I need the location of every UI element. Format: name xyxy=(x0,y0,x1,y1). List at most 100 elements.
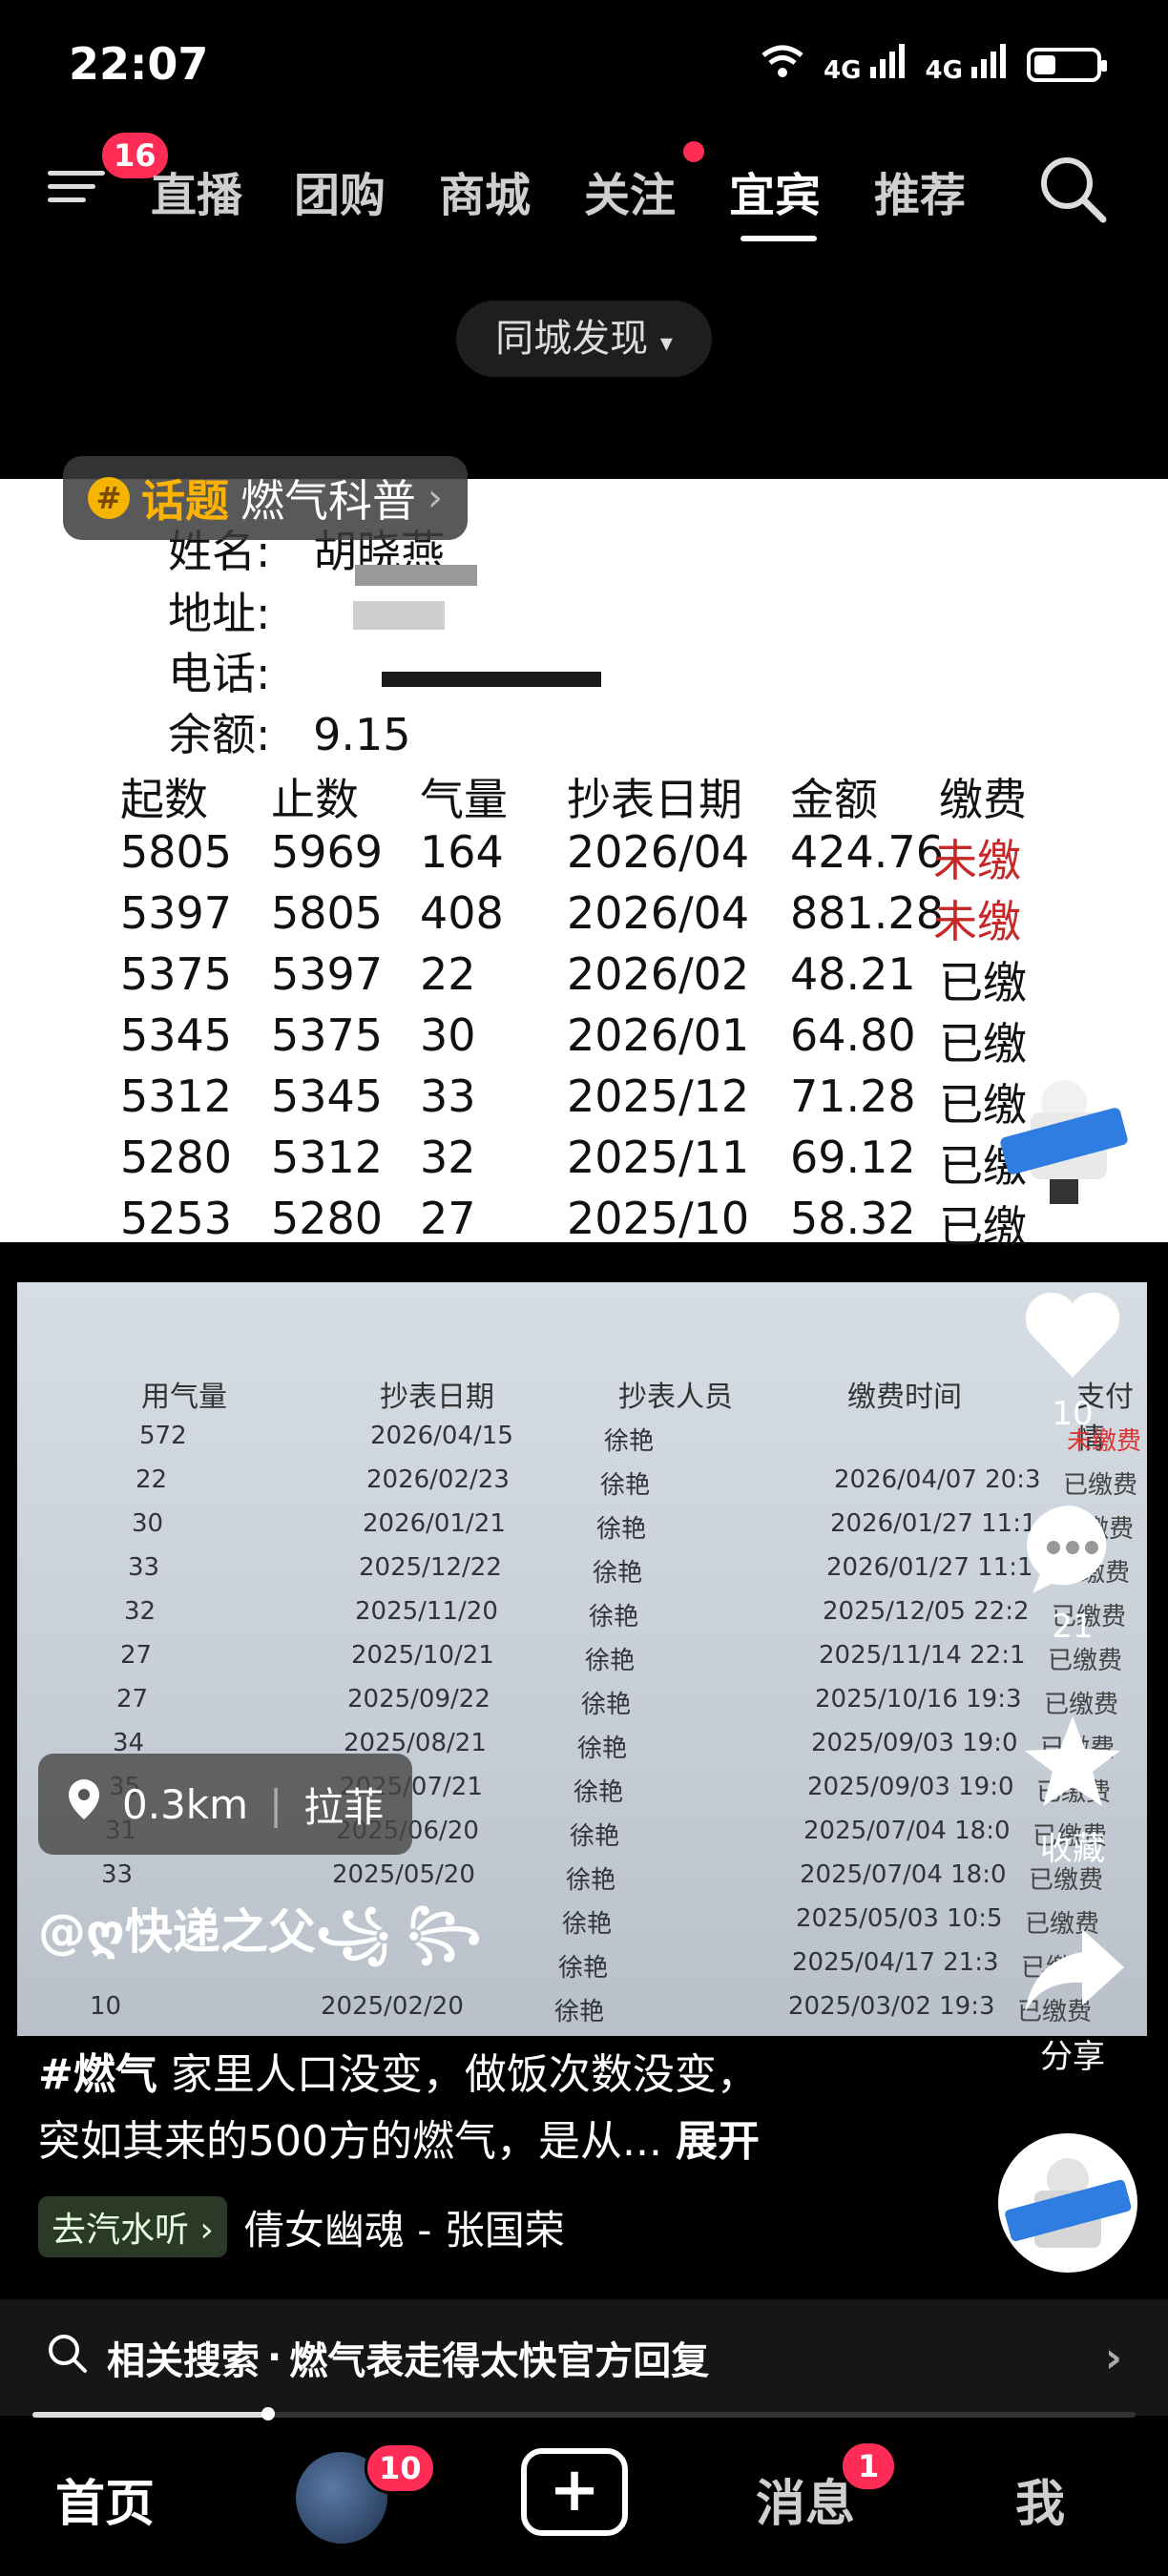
music-disc-avatar[interactable] xyxy=(998,2133,1137,2273)
author-name[interactable]: @ღ快递之父꧁ ꧂ xyxy=(38,1894,481,1992)
expand-link[interactable]: 展开 xyxy=(676,2117,760,2166)
photo-table-cell: 2025/04/17 21:3 xyxy=(792,1948,999,1977)
bill-table-cell: 71.28 xyxy=(790,1070,916,1122)
music-app-tag[interactable]: 去汽水听 › xyxy=(38,2196,227,2257)
menu-icon[interactable] xyxy=(48,162,105,219)
bill-table-cell: 2025/12 xyxy=(567,1070,750,1122)
bill-table-cell: 5397 xyxy=(271,948,384,1000)
video-progress-bar[interactable] xyxy=(32,2407,1136,2420)
bill-table-cell: 164 xyxy=(420,826,504,878)
city-discover-dropdown[interactable]: 同城发现 ▾ xyxy=(456,301,712,377)
like-button[interactable] xyxy=(1023,1290,1122,1385)
music-row[interactable]: 去汽水听 › 倩女幽魂 - 张国荣 xyxy=(38,2196,565,2257)
topic-label: 话题 xyxy=(141,475,229,527)
redacted-name xyxy=(355,565,477,586)
share-label: 分享 xyxy=(1040,2038,1105,2076)
photo-table-cell: 2025/02/20 xyxy=(321,1992,464,2021)
caption-line-2: 突如其来的500方的燃气，是从... xyxy=(38,2117,662,2166)
bill-table-cell: 881.28 xyxy=(790,887,944,939)
photo-table-cell: 徐艳 xyxy=(562,1910,613,1939)
photo-table-cell: 徐艳 xyxy=(596,1515,647,1544)
tab-local[interactable]: 宜宾 xyxy=(729,157,821,224)
bill-table-cell: 2026/01 xyxy=(567,1009,750,1061)
redacted-phone xyxy=(382,672,601,687)
bill-table-cell: 30 xyxy=(420,1009,476,1061)
search-icon[interactable] xyxy=(1036,153,1109,229)
star-icon[interactable] xyxy=(1021,1713,1124,1816)
bill-table-cell: 48.21 xyxy=(790,948,916,1000)
tab-live[interactable]: 直播 xyxy=(151,157,242,224)
photo-table-cell: 2025/12/22 xyxy=(359,1553,502,1582)
bill-header-cell: 缴费 xyxy=(939,774,1027,825)
tab-home[interactable]: 首页 xyxy=(55,2463,155,2535)
photo-table-cell: 2026/04/07 20:3 xyxy=(834,1465,1041,1494)
bill-table-cell: 69.12 xyxy=(790,1132,916,1183)
comment-count: 21 xyxy=(1052,1608,1094,1646)
battery-icon xyxy=(1027,47,1107,82)
like-count: 10 xyxy=(1052,1395,1094,1433)
photo-table-cell: 2026/01/27 11:1 xyxy=(830,1509,1037,1538)
friends-badge: 10 xyxy=(365,2442,436,2494)
topic-chip[interactable]: # 话题 燃气科普 › xyxy=(63,456,468,540)
bill-table-cell: 27 xyxy=(420,1193,476,1244)
photo-table-cell: 2025/09/03 19:0 xyxy=(811,1729,1018,1757)
caption-hashtag[interactable]: #燃气 xyxy=(38,2050,157,2099)
post-caption[interactable]: #燃气 家里人口没变，做饭次数没变， 突如其来的500方的燃气，是从... 展开 xyxy=(38,2042,954,2175)
bill-table-cell: 已缴 xyxy=(939,1018,1027,1070)
share-icon[interactable] xyxy=(1021,1925,1126,2021)
photo-table-cell: 10 xyxy=(90,1992,122,2021)
tab-me[interactable]: 我 xyxy=(1015,2463,1065,2535)
related-search-prefix: 相关搜索 xyxy=(107,2339,260,2383)
photo-table-cell: 2025/05/03 10:5 xyxy=(796,1904,1003,1933)
photo-table-cell: 徐艳 xyxy=(577,1735,628,1763)
photo-table-cell: 2025/12/05 22:2 xyxy=(823,1597,1030,1626)
photo-table-cell: 572 xyxy=(139,1422,187,1450)
tab-recommend[interactable]: 推荐 xyxy=(874,157,966,224)
mascot-avatar-sticker xyxy=(992,1065,1136,1212)
topic-name: 燃气科普 xyxy=(240,475,416,527)
create-post-button[interactable]: + xyxy=(521,2448,628,2536)
photo-table-cell: 已缴费 xyxy=(1048,1647,1123,1675)
bill-table-cell: 未缴 xyxy=(933,835,1021,886)
photo-table-cell: 2025/11/20 xyxy=(355,1597,498,1626)
photo-header-cell: 抄表人员 xyxy=(618,1381,733,1414)
separator-dot: · xyxy=(267,2336,282,2379)
photo-table-cell: 2025/09/22 xyxy=(347,1685,490,1714)
bill-header-cell: 抄表日期 xyxy=(567,774,742,825)
city-discover-label: 同城发现 xyxy=(495,317,649,361)
bill-header-cell: 金额 xyxy=(790,774,878,825)
bill-table-cell: 5253 xyxy=(120,1193,233,1244)
location-chip[interactable]: 0.3km | 拉菲 xyxy=(38,1754,413,1855)
network-type: 4G xyxy=(824,56,862,85)
bill-table-cell: 5805 xyxy=(120,826,233,878)
bill-table-cell: 5345 xyxy=(271,1070,384,1122)
photo-table-cell: 徐艳 xyxy=(566,1866,616,1895)
photo-table-cell: 33 xyxy=(128,1553,160,1582)
caret-down-icon: ▾ xyxy=(659,329,673,358)
tab-following[interactable]: 关注 xyxy=(584,157,676,224)
wifi-icon xyxy=(759,42,806,87)
battery-level xyxy=(1034,54,1055,74)
collect-label: 收藏 xyxy=(1040,1830,1105,1868)
bill-table-cell: 2025/10 xyxy=(567,1193,750,1244)
bill-table-cell: 2026/04 xyxy=(567,826,750,878)
status-time: 22:07 xyxy=(69,38,209,90)
related-search-bar[interactable]: 相关搜索 · 燃气表走得太快官方回复 › xyxy=(0,2299,1168,2416)
tab-mall[interactable]: 商城 xyxy=(439,157,531,224)
comment-button[interactable] xyxy=(1023,1500,1122,1603)
bill-table-cell: 5375 xyxy=(120,948,233,1000)
tab-group-buy[interactable]: 团购 xyxy=(294,157,386,224)
hashtag-icon: # xyxy=(88,477,130,519)
balance-label: 余额: xyxy=(168,709,271,760)
bill-table-cell: 5969 xyxy=(271,826,384,878)
photo-table-cell: 2025/07/04 18:0 xyxy=(803,1817,1011,1845)
bill-table-cell: 424.76 xyxy=(790,826,944,878)
active-tab-indicator xyxy=(740,236,817,241)
bill-header-cell: 气量 xyxy=(420,774,508,825)
photo-table-cell: 徐艳 xyxy=(600,1471,651,1500)
photo-table-cell: 2026/02/23 xyxy=(366,1465,510,1494)
phone-label: 电话: xyxy=(168,648,271,699)
photo-table-cell: 2026/01/21 xyxy=(363,1509,506,1538)
caption-line-1: 家里人口没变，做饭次数没变， xyxy=(156,2050,759,2099)
photo-table-cell: 已缴费 xyxy=(1063,1471,1138,1500)
